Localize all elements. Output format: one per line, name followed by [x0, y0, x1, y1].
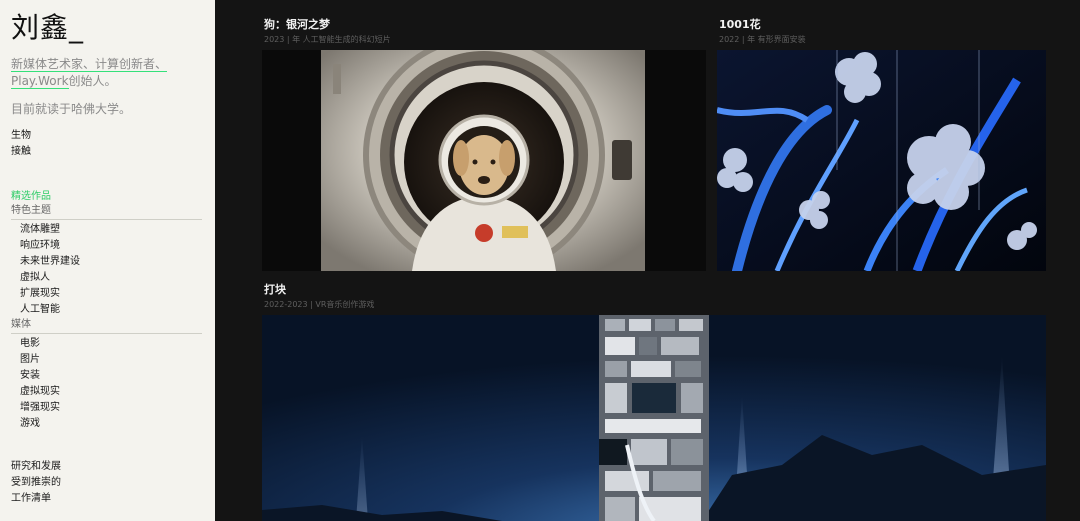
media-heading: 媒体	[11, 318, 202, 334]
bio-role: 新媒体艺术家、计算创新者、	[11, 57, 168, 72]
nav-contact[interactable]: 接触	[11, 144, 215, 160]
nav-bio[interactable]: 生物	[11, 128, 215, 144]
project-subtitle: 2022 | 年 有形界面安装	[719, 35, 806, 44]
bio-text: 新媒体艺术家、计算创新者、 Play.Work创始人。	[11, 56, 201, 90]
nav-work-list[interactable]: 工作清单	[11, 491, 215, 507]
media-installation[interactable]: 安装	[20, 368, 215, 384]
project-title[interactable]: 1001花	[719, 18, 806, 32]
nav-acclaimed[interactable]: 受到推崇的	[11, 475, 215, 491]
project-thumbnail-dog[interactable]	[262, 50, 706, 271]
project-card-block[interactable]: 打块 2022-2023 | VR音乐创作游戏	[264, 283, 374, 310]
primary-nav: 生物 接触	[11, 128, 215, 159]
theme-future-worldbuilding[interactable]: 未来世界建设	[20, 254, 215, 270]
sidebar: 刘鑫_ 新媒体艺术家、计算创新者、 Play.Work创始人。 目前就读于哈佛大学…	[0, 0, 215, 521]
themes-heading: 特色主题	[11, 204, 202, 220]
project-subtitle: 2022-2023 | VR音乐创作游戏	[264, 300, 375, 309]
theme-virtual-human[interactable]: 虚拟人	[20, 270, 215, 286]
project-thumbnail-flowers[interactable]	[717, 50, 1046, 271]
study-text: 目前就读于哈佛大学。	[11, 102, 132, 116]
project-subtitle: 2023 | 年 人工智能生成的科幻短片	[264, 35, 391, 44]
themes-list: 流体雕塑 响应环境 未来世界建设 虚拟人 扩展现实 人工智能	[11, 222, 215, 318]
theme-responsive-environment[interactable]: 响应环境	[20, 238, 215, 254]
media-ar[interactable]: 增强现实	[20, 400, 215, 416]
vr-block-tower-image	[262, 315, 1046, 521]
block-tower	[599, 315, 709, 521]
theme-ai[interactable]: 人工智能	[20, 302, 215, 318]
media-film[interactable]: 电影	[20, 336, 215, 352]
project-thumbnail-block[interactable]	[262, 315, 1046, 521]
project-gallery: 狗：银河之梦 2023 | 年 人工智能生成的科幻短片 1001花 2022 |…	[215, 0, 1080, 521]
media-list: 电影 图片 安装 虚拟现实 增强现实 游戏	[11, 336, 215, 432]
bio-founder: 创始人。	[68, 74, 117, 88]
nav-research[interactable]: 研究和发展	[11, 459, 215, 475]
astronaut-dog-image	[262, 50, 706, 271]
project-card-dog[interactable]: 狗：银河之梦 2023 | 年 人工智能生成的科幻短片	[264, 18, 391, 45]
playwork-link[interactable]: Play.Work	[11, 74, 69, 89]
media-images[interactable]: 图片	[20, 352, 215, 368]
secondary-nav: 研究和发展 受到推崇的 工作清单	[11, 459, 215, 507]
flower-installation-image	[717, 50, 1046, 271]
project-title[interactable]: 狗：银河之梦	[264, 18, 391, 32]
media-vr[interactable]: 虚拟现实	[20, 384, 215, 400]
theme-extended-reality[interactable]: 扩展现实	[20, 286, 215, 302]
project-title[interactable]: 打块	[264, 283, 374, 297]
featured-works-label[interactable]: 精选作品	[11, 190, 215, 204]
theme-fluid-sculpture[interactable]: 流体雕塑	[20, 222, 215, 238]
site-title[interactable]: 刘鑫_	[11, 12, 215, 44]
project-card-flowers[interactable]: 1001花 2022 | 年 有形界面安装	[719, 18, 806, 45]
media-games[interactable]: 游戏	[20, 416, 215, 432]
